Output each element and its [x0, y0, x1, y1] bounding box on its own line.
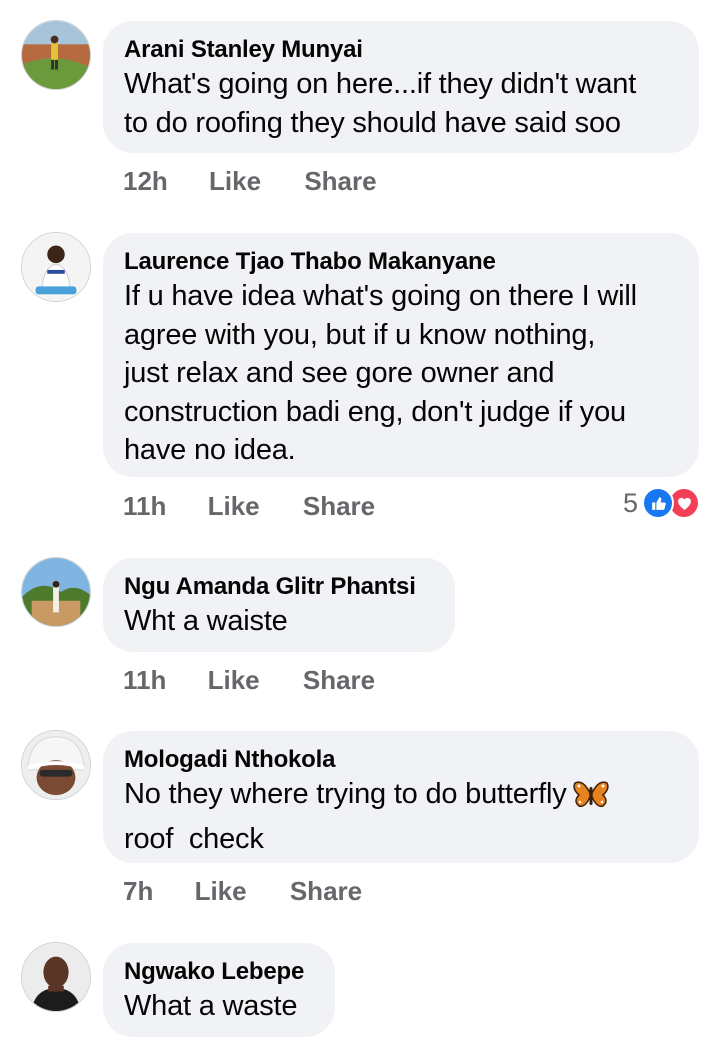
- avatar[interactable]: [21, 730, 91, 800]
- comment-text: What a waste: [124, 987, 313, 1026]
- comment-author[interactable]: Laurence Tjao Thabo Makanyane: [124, 247, 677, 277]
- comment-text-line: roof check: [124, 822, 264, 855]
- comment-text-line: No they where trying to do butterfly: [124, 775, 677, 820]
- comment-actions: 7h Like Share: [123, 876, 362, 907]
- like-icon: [642, 487, 674, 519]
- comment-timestamp[interactable]: 11h: [123, 665, 166, 696]
- comment-bubble: Mologadi Nthokola No they where trying t…: [103, 731, 699, 863]
- comment-text-segment: No they where trying to do butterfly: [124, 778, 567, 810]
- comment-text: If u have idea what's going on there I w…: [124, 277, 677, 470]
- share-button[interactable]: Share: [303, 491, 375, 522]
- comment-text-line: to do roofing they should have said soo: [124, 106, 621, 139]
- avatar[interactable]: [21, 232, 91, 302]
- avatar[interactable]: [21, 557, 91, 627]
- share-button[interactable]: Share: [303, 665, 375, 696]
- comment-text-line: agree with you, but if u know nothing,: [124, 318, 596, 351]
- reaction-summary[interactable]: 5: [623, 487, 700, 519]
- comment-author[interactable]: Mologadi Nthokola: [124, 745, 677, 775]
- comment-bubble: Ngwako Lebepe What a waste: [103, 943, 335, 1037]
- comment-text-line: If u have idea what's going on there I w…: [124, 280, 637, 312]
- like-button[interactable]: Like: [209, 166, 261, 197]
- avatar[interactable]: [21, 20, 91, 90]
- reaction-count: 5: [622, 487, 638, 518]
- comment-actions: 12h Like Share: [123, 166, 377, 197]
- comment-text: No they where trying to do butterfly roo…: [124, 775, 677, 858]
- like-button[interactable]: Like: [195, 876, 247, 907]
- comment-actions: 11h Like Share: [123, 491, 375, 522]
- avatar[interactable]: [21, 942, 91, 1012]
- comment-author[interactable]: Ngu Amanda Glitr Phantsi: [124, 572, 433, 602]
- comment-bubble: Ngu Amanda Glitr Phantsi Wht a waiste: [103, 558, 455, 652]
- comment-text-line: just relax and see gore owner and: [124, 357, 555, 389]
- comment-bubble: Arani Stanley Munyai What's going on her…: [103, 21, 699, 153]
- comment-text-line: What a waste: [124, 990, 298, 1022]
- like-button[interactable]: Like: [208, 665, 260, 696]
- comment-author[interactable]: Arani Stanley Munyai: [124, 35, 677, 65]
- comment-text: Wht a waiste: [124, 602, 433, 641]
- comment-text-line: What's going on here...if they didn't wa…: [124, 68, 637, 100]
- comment-bubble: Laurence Tjao Thabo Makanyane If u have …: [103, 233, 699, 477]
- share-button[interactable]: Share: [304, 166, 376, 197]
- butterfly-emoji: [572, 779, 609, 820]
- comment-text-line: have no idea.: [124, 434, 296, 466]
- comment-timestamp[interactable]: 7h: [123, 876, 153, 907]
- comment-text-line: Wht a waiste: [124, 605, 288, 637]
- comment-timestamp[interactable]: 12h: [123, 166, 168, 197]
- like-button[interactable]: Like: [208, 491, 260, 522]
- comment-text: What's going on here...if they didn't wa…: [124, 65, 677, 142]
- share-button[interactable]: Share: [290, 876, 362, 907]
- comment-actions: 11h Like Share: [123, 665, 375, 696]
- comment-timestamp[interactable]: 11h: [123, 491, 166, 522]
- comment-author[interactable]: Ngwako Lebepe: [124, 957, 313, 987]
- comment-text-line: construction badi eng, don't judge if yo…: [124, 395, 626, 428]
